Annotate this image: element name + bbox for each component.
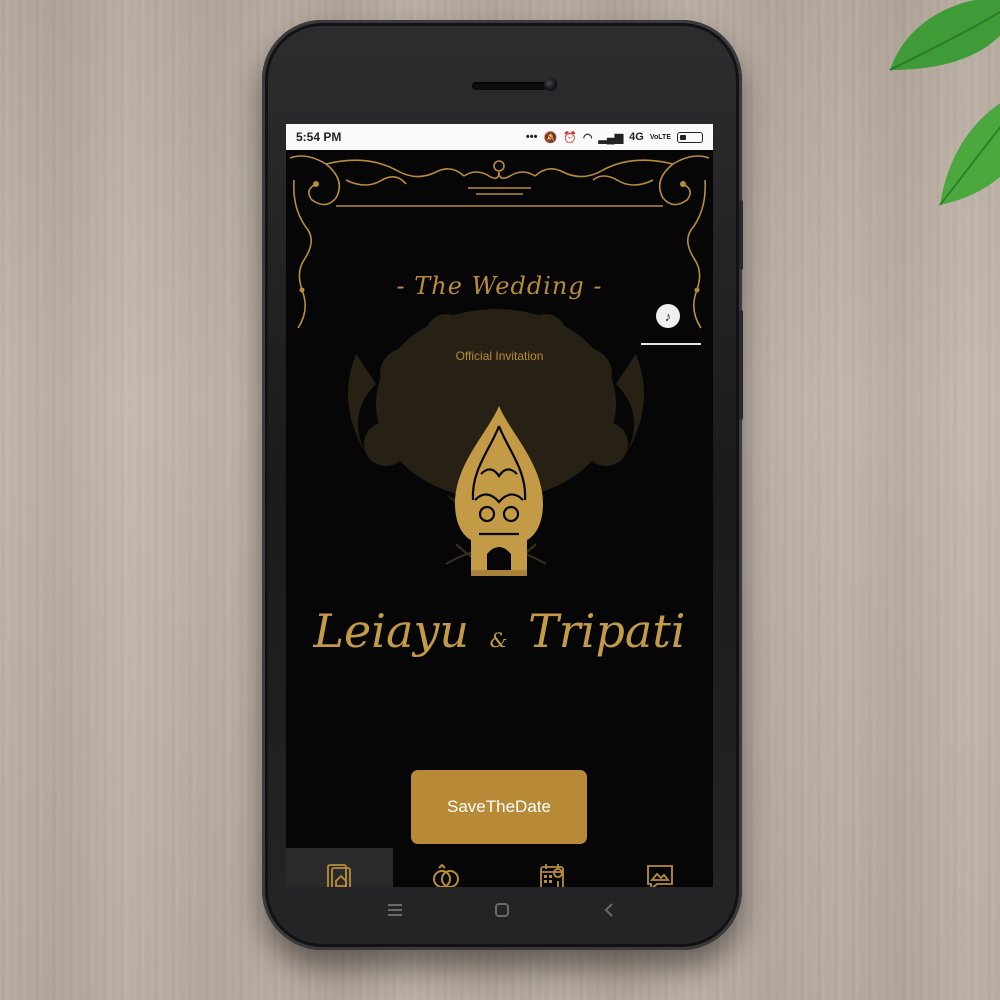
ampersand: & [489,628,508,652]
volte-badge: VoLTE [649,133,671,141]
status-time: 5:54 PM [296,130,342,144]
bottom-nav [286,848,713,887]
menu-icon[interactable] [385,900,405,920]
wedding-heading: - The Wedding - [396,272,603,300]
rings-icon [433,863,460,887]
wifi-icon: ◠ [582,131,593,144]
mute-icon: 🔕 [543,131,558,144]
music-note-icon: ♪ [664,308,672,324]
android-softkeys [262,900,742,930]
volume-button [739,310,743,420]
nav-item-event[interactable] [500,848,607,887]
official-invitation-label: Official Invitation [455,349,544,363]
music-progress-line [641,343,701,345]
status-dots: ••• [525,131,538,143]
home-card-icon [327,864,352,887]
home-icon[interactable] [492,900,512,920]
nav-item-couple[interactable] [393,848,500,887]
nav-item-gallery[interactable] [606,848,713,887]
nav-item-home[interactable] [286,848,393,887]
gallery-message-icon [646,865,673,887]
phone-device: 5:54 PM ••• 🔕 ⏰ ◠ ▂▄▆ 4G VoLTE - The Wed… [262,20,743,950]
app-screen: 5:54 PM ••• 🔕 ⏰ ◠ ▂▄▆ 4G VoLTE - The Wed… [286,124,713,887]
groom-name: Tripati [528,604,686,658]
alarm-icon: ⏰ [563,131,577,144]
plant-leaf-image [889,0,1000,206]
save-the-date-button[interactable]: SaveTheDate [411,770,587,844]
back-icon[interactable] [599,900,619,920]
music-toggle-button[interactable]: ♪ [656,304,680,328]
front-camera [544,78,557,91]
status-icons: ••• 🔕 ⏰ ◠ ▂▄▆ 4G VoLTE [526,131,703,144]
power-button [739,200,743,270]
calendar-location-icon [539,864,564,887]
signal-icon: ▂▄▆ [598,131,624,144]
couple-names: Leiayu & Tripati [286,604,713,658]
earpiece-speaker [472,82,547,90]
bride-name: Leiayu [313,604,469,658]
battery-icon [677,131,703,143]
status-bar: 5:54 PM ••• 🔕 ⏰ ◠ ▂▄▆ 4G VoLTE [286,124,713,150]
gunungan-emblem-icon [455,406,543,576]
network-type: 4G [629,131,644,143]
